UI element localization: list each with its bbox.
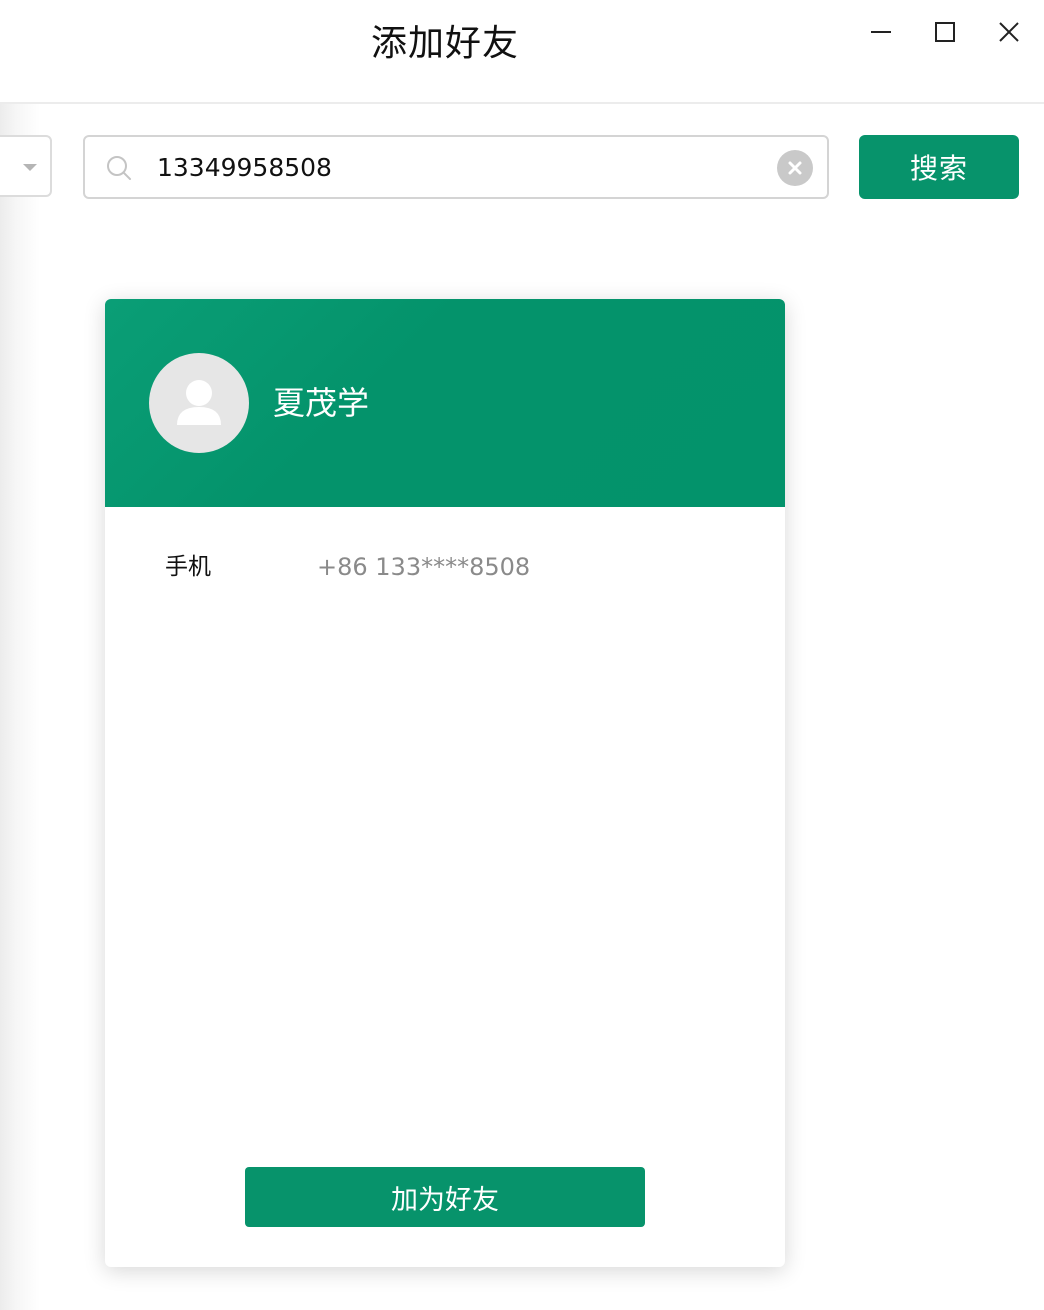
- maximize-icon: [935, 22, 955, 42]
- minimize-icon: [871, 31, 891, 33]
- search-input[interactable]: [157, 145, 757, 189]
- card-header: 夏茂学: [105, 299, 785, 507]
- clear-search-button[interactable]: [777, 150, 813, 186]
- maximize-button[interactable]: [921, 8, 969, 56]
- user-avatar-icon: [177, 380, 221, 425]
- search-button[interactable]: 搜索: [859, 135, 1019, 199]
- add-friend-button[interactable]: 加为好友: [245, 1167, 645, 1227]
- window-title: 添加好友: [370, 23, 519, 64]
- phone-label: 手机: [165, 554, 211, 580]
- title-bar: 添加好友: [0, 0, 1044, 104]
- user-name: 夏茂学: [273, 384, 370, 422]
- add-friend-window: 添加好友 13349958508 搜索 夏茂学 手机 +86 133****85…: [0, 0, 1044, 1310]
- close-icon: [999, 22, 1019, 42]
- chevron-down-icon: [23, 164, 37, 171]
- minimize-button[interactable]: [857, 8, 905, 56]
- avatar[interactable]: [149, 353, 249, 453]
- info-row-phone: 手机 +86 133****8508: [165, 549, 745, 585]
- search-type-dropdown[interactable]: [0, 135, 52, 197]
- phone-value: +86 133****8508: [317, 553, 531, 581]
- search-icon: [107, 156, 131, 180]
- clear-icon: [788, 161, 802, 175]
- search-result-card: 夏茂学 手机 +86 133****8508 加为好友: [105, 299, 785, 1267]
- close-button[interactable]: [985, 8, 1033, 56]
- sidebar-edge: [0, 103, 40, 1310]
- search-box: [83, 135, 829, 199]
